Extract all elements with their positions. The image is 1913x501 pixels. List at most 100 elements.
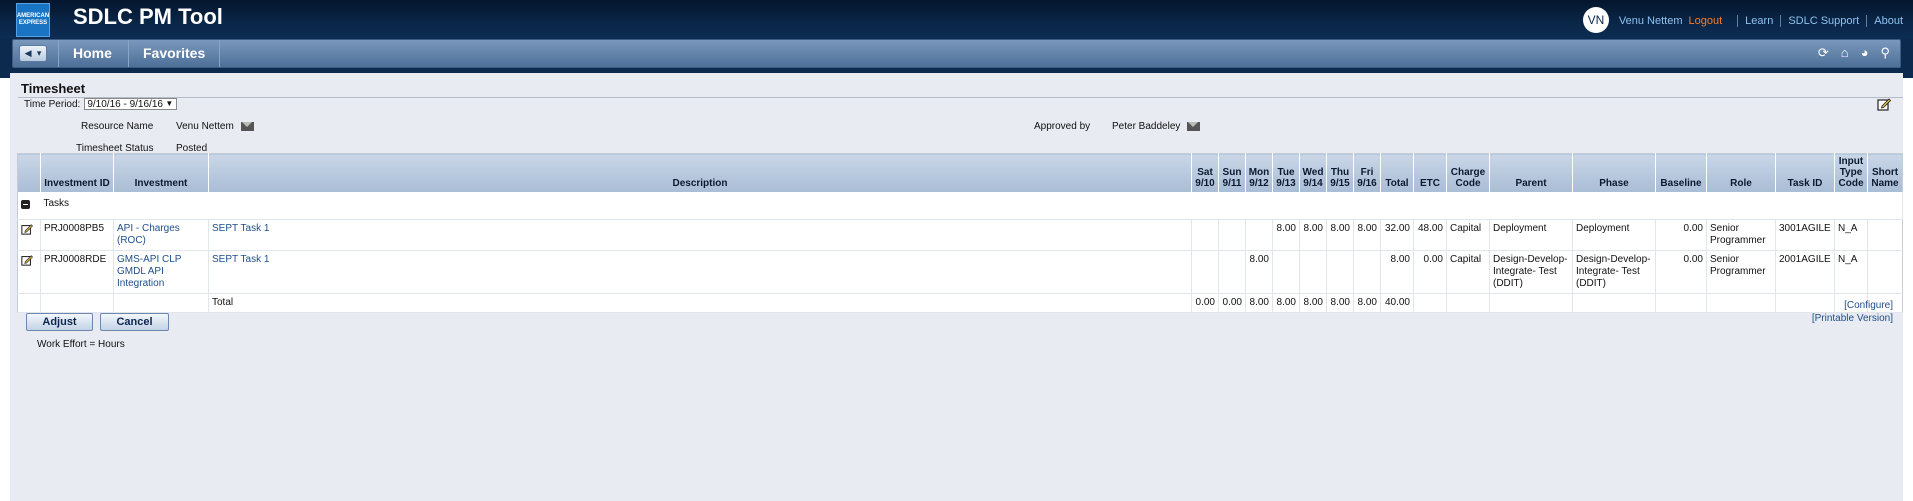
chevron-down-icon: ▾ xyxy=(36,48,42,58)
edit-icon[interactable] xyxy=(21,254,33,266)
divider xyxy=(18,97,1903,98)
hours-thu: 8.00 xyxy=(1326,219,1354,251)
column-header[interactable]: Task ID xyxy=(1775,153,1835,192)
approved-by-value: Peter Baddeley xyxy=(1112,121,1181,132)
amex-logo: AMERICAN EXPRESS xyxy=(16,3,50,37)
nav-bar: ◀ ▾ Home Favorites ⟳ ⌂ ◕ ⚲ xyxy=(12,39,1901,68)
investment-id: PRJ0008PB5 xyxy=(40,219,114,251)
description-link[interactable]: SEPT Task 1 xyxy=(208,219,1192,251)
total-hours: 40.00 xyxy=(1380,293,1414,313)
column-header[interactable]: Investment ID xyxy=(40,153,114,192)
hours-wed xyxy=(1299,250,1327,294)
edit-icon[interactable] xyxy=(1877,97,1891,111)
main-content: Timesheet Time Period: 9/10/16 - 9/16/16… xyxy=(10,73,1903,501)
search-icon[interactable]: ⚲ xyxy=(1880,45,1890,61)
hours-sat xyxy=(1191,219,1219,251)
hours-thu xyxy=(1326,250,1354,294)
sdlc-support-link[interactable]: SDLC Support xyxy=(1788,15,1859,27)
back-arrow-icon: ◀ xyxy=(24,48,32,58)
cancel-button[interactable]: Cancel xyxy=(100,313,169,331)
short-name xyxy=(1867,250,1903,294)
role: Senior Programmer xyxy=(1706,219,1776,251)
short-name xyxy=(1867,219,1903,251)
hours-fri: 8.00 xyxy=(1353,219,1381,251)
column-header[interactable]: Role xyxy=(1706,153,1776,192)
refresh-icon[interactable]: ⟳ xyxy=(1818,45,1829,61)
nav-home[interactable]: Home xyxy=(58,40,126,67)
configure-link[interactable]: [Configure] xyxy=(1812,299,1893,312)
hours-sun xyxy=(1218,250,1246,294)
nav-favorites[interactable]: Favorites xyxy=(128,40,221,67)
column-header: Fri 9/16 xyxy=(1353,153,1381,192)
divider xyxy=(1737,15,1739,27)
column-header[interactable]: Phase xyxy=(1572,153,1656,192)
charge-code: Capital xyxy=(1446,219,1490,251)
email-icon[interactable] xyxy=(1187,121,1201,131)
parent: Deployment xyxy=(1489,219,1573,251)
divider xyxy=(1866,15,1868,27)
group-label: Tasks xyxy=(40,192,1903,220)
input-type-code: N_A xyxy=(1834,219,1868,251)
collapse-icon[interactable] xyxy=(21,199,30,209)
baseline: 0.00 xyxy=(1655,250,1707,294)
divider xyxy=(1780,15,1782,27)
investment-link[interactable]: API - Charges (ROC) xyxy=(113,219,209,251)
column-header[interactable]: Short Name xyxy=(1867,153,1903,192)
column-header[interactable]: Description xyxy=(208,153,1192,192)
printable-version-link[interactable]: [Printable Version] xyxy=(1812,312,1893,325)
total-thu: 8.00 xyxy=(1326,293,1354,313)
dropdown-arrow-icon: ▼ xyxy=(165,99,174,108)
column-header[interactable]: Charge Code xyxy=(1446,153,1490,192)
total-fri: 8.00 xyxy=(1353,293,1381,313)
column-header[interactable]: Input Type Code xyxy=(1834,153,1868,192)
total-sun: 0.00 xyxy=(1218,293,1246,313)
total-row: Total 0.00 0.00 8.00 8.00 8.00 8.00 8.00… xyxy=(17,293,1903,313)
column-header: Thu 9/15 xyxy=(1326,153,1354,192)
row-edit-cell[interactable] xyxy=(17,250,41,294)
back-button[interactable]: ◀ ▾ xyxy=(19,45,47,62)
phase: Deployment xyxy=(1572,219,1656,251)
total-cell xyxy=(113,293,209,313)
total-tue: 8.00 xyxy=(1272,293,1300,313)
row-edit-cell[interactable] xyxy=(17,219,41,251)
description-link[interactable]: SEPT Task 1 xyxy=(208,250,1192,294)
hours-sun xyxy=(1218,219,1246,251)
hours-total: 32.00 xyxy=(1380,219,1414,251)
time-period-select[interactable]: 9/10/16 - 9/16/16 ▼ xyxy=(84,98,178,110)
adjust-button[interactable]: Adjust xyxy=(26,313,93,331)
total-cell xyxy=(40,293,114,313)
total-cell xyxy=(1655,293,1707,313)
approved-by: Peter Baddeley xyxy=(1112,121,1201,132)
user-name-link[interactable]: Venu Nettem xyxy=(1619,15,1683,27)
column-header[interactable]: Parent xyxy=(1489,153,1573,192)
avatar[interactable]: VN xyxy=(1582,7,1609,33)
page-title: Timesheet xyxy=(21,81,86,96)
logout-link[interactable]: Logout xyxy=(1689,15,1723,27)
column-header: Sun 9/11 xyxy=(1218,153,1246,192)
user-nav: VN Venu Nettem Logout Learn SDLC Support… xyxy=(1582,7,1903,33)
total-wed: 8.00 xyxy=(1299,293,1327,313)
time-period-label: Time Period: xyxy=(24,98,81,110)
column-header[interactable]: Investment xyxy=(113,153,209,192)
hours-mon: 8.00 xyxy=(1245,250,1273,294)
learn-link[interactable]: Learn xyxy=(1745,15,1773,27)
table-links: [Configure] [Printable Version] xyxy=(1812,299,1893,325)
total-sat: 0.00 xyxy=(1191,293,1219,313)
group-toggle[interactable] xyxy=(17,192,41,220)
about-link[interactable]: About xyxy=(1874,15,1903,27)
group-row: Tasks xyxy=(17,192,1903,220)
role: Senior Programmer xyxy=(1706,250,1776,294)
email-icon[interactable] xyxy=(240,121,254,131)
home-icon[interactable]: ⌂ xyxy=(1841,45,1849,61)
total-label: Total xyxy=(208,293,1192,313)
column-header[interactable]: Total xyxy=(1380,153,1414,192)
investment-link[interactable]: GMS-API CLP GMDL API Integration xyxy=(113,250,209,294)
column-header[interactable]: ETC xyxy=(1413,153,1447,192)
column-header[interactable]: Baseline xyxy=(1655,153,1707,192)
edit-icon[interactable] xyxy=(21,223,33,235)
hours-wed: 8.00 xyxy=(1299,219,1327,251)
help-icon[interactable]: ◕ xyxy=(1861,45,1869,61)
etc-value: 48.00 xyxy=(1413,219,1447,251)
nav-container: ◀ ▾ Home Favorites ⟳ ⌂ ◕ ⚲ xyxy=(0,38,1913,78)
input-type-code: N_A xyxy=(1834,250,1868,294)
